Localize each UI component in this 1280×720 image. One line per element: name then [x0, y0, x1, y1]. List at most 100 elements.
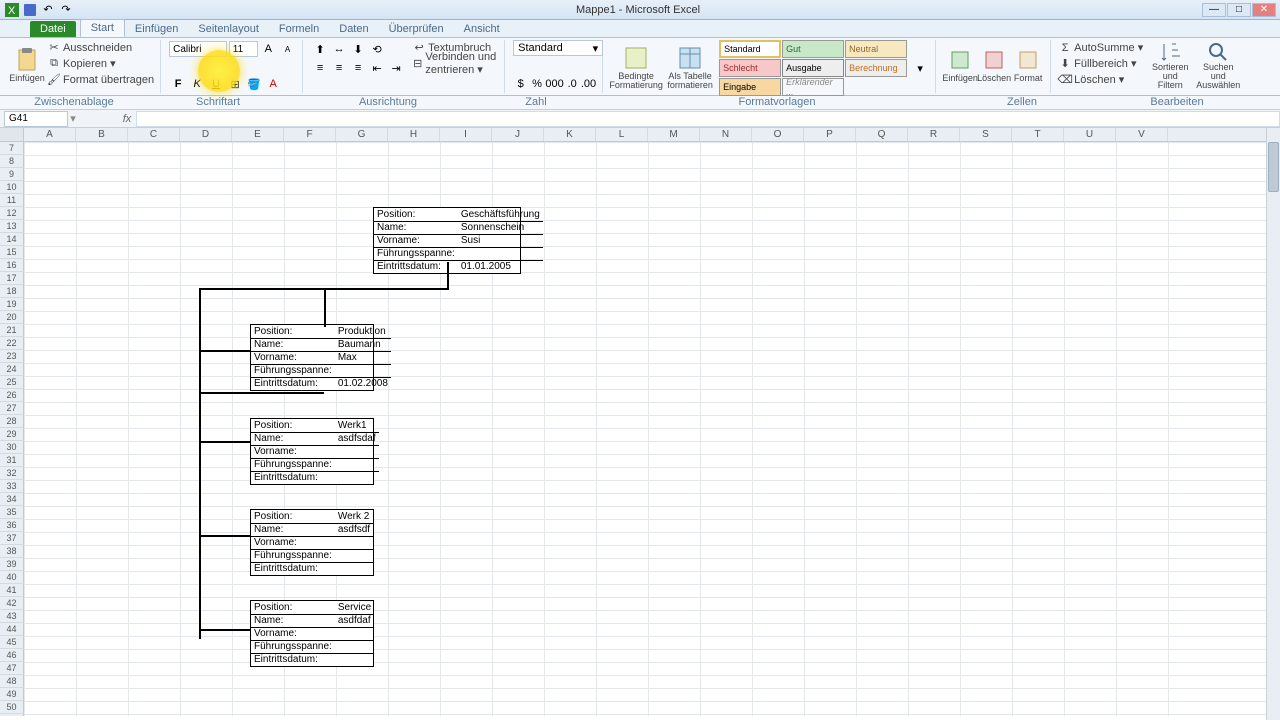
row-header[interactable]: 42 [0, 597, 24, 610]
row-header[interactable]: 46 [0, 649, 24, 662]
bold-button[interactable]: F [169, 75, 187, 93]
column-header[interactable]: S [960, 128, 1012, 141]
row-header[interactable]: 39 [0, 558, 24, 571]
font-name-select[interactable]: Calibri [169, 41, 227, 57]
row-header[interactable]: 11 [0, 194, 24, 207]
cell-area[interactable]: Position:GeschäftsführungName:Sonnensche… [24, 142, 1280, 716]
save-icon[interactable] [22, 2, 38, 18]
currency-button[interactable]: $ [513, 75, 528, 93]
column-header[interactable]: T [1012, 128, 1064, 141]
merge-center-button[interactable]: ⊟Verbinden und zentrieren ▾ [413, 56, 498, 71]
style-erklaerender[interactable]: Erklärender ... [782, 78, 844, 96]
style-eingabe[interactable]: Eingabe [719, 78, 781, 96]
cut-button[interactable]: ✂Ausschneiden [48, 40, 154, 55]
fill-button[interactable]: ⬇Füllbereich ▾ [1059, 56, 1143, 71]
align-center-button[interactable]: ≡ [330, 59, 348, 77]
column-header[interactable]: G [336, 128, 388, 141]
style-standard[interactable]: Standard [719, 40, 781, 58]
decrease-decimal-button[interactable]: .00 [581, 75, 596, 93]
name-box-dropdown[interactable]: ▾ [68, 112, 78, 125]
column-header[interactable]: M [648, 128, 700, 141]
row-header[interactable]: 35 [0, 506, 24, 519]
grow-font-button[interactable]: A [260, 40, 277, 58]
row-header[interactable]: 16 [0, 259, 24, 272]
row-header[interactable]: 47 [0, 662, 24, 675]
row-header[interactable]: 43 [0, 610, 24, 623]
row-header[interactable]: 37 [0, 532, 24, 545]
paste-button[interactable]: Einfügen [10, 40, 44, 90]
row-header[interactable]: 14 [0, 233, 24, 246]
align-bottom-button[interactable]: ⬇ [349, 40, 367, 58]
row-header[interactable]: 48 [0, 675, 24, 688]
tab-einfuegen[interactable]: Einfügen [125, 21, 188, 37]
column-header[interactable]: I [440, 128, 492, 141]
row-header[interactable]: 20 [0, 311, 24, 324]
style-schlecht[interactable]: Schlecht [719, 59, 781, 77]
column-header[interactable]: O [752, 128, 804, 141]
column-header[interactable]: E [232, 128, 284, 141]
column-header[interactable]: B [76, 128, 128, 141]
row-header[interactable]: 36 [0, 519, 24, 532]
align-left-button[interactable]: ≡ [311, 59, 329, 77]
copy-button[interactable]: ⧉Kopieren ▾ [48, 56, 154, 71]
tab-formeln[interactable]: Formeln [269, 21, 329, 37]
scrollbar-thumb[interactable] [1268, 142, 1279, 192]
spreadsheet-grid[interactable]: ABCDEFGHIJKLMNOPQRSTUV 78910111213141516… [0, 128, 1280, 716]
align-top-button[interactable]: ⬆ [311, 40, 329, 58]
row-header[interactable]: 13 [0, 220, 24, 233]
align-middle-button[interactable]: ↔ [330, 40, 348, 58]
undo-icon[interactable]: ↶ [40, 2, 56, 18]
row-header[interactable]: 31 [0, 454, 24, 467]
row-header[interactable]: 24 [0, 363, 24, 376]
style-neutral[interactable]: Neutral [845, 40, 907, 58]
format-as-table-button[interactable]: Als Tabelle formatieren [665, 43, 715, 93]
align-right-button[interactable]: ≡ [349, 59, 367, 77]
row-header[interactable]: 27 [0, 402, 24, 415]
column-header[interactable]: J [492, 128, 544, 141]
row-header[interactable]: 45 [0, 636, 24, 649]
format-cells-button[interactable]: Format [1012, 40, 1044, 90]
row-header[interactable]: 34 [0, 493, 24, 506]
number-format-select[interactable]: Standard▾ [513, 40, 603, 56]
row-header[interactable]: 18 [0, 285, 24, 298]
insert-cells-button[interactable]: Einfügen [944, 40, 976, 90]
column-header[interactable]: L [596, 128, 648, 141]
find-select-button[interactable]: Suchen und Auswählen [1197, 40, 1239, 90]
fill-color-button[interactable]: 🪣 [245, 75, 263, 93]
minimize-button[interactable]: — [1202, 3, 1226, 17]
font-size-select[interactable]: 11 [229, 41, 258, 57]
style-berechnung[interactable]: Berechnung [845, 59, 907, 77]
row-header[interactable]: 29 [0, 428, 24, 441]
row-header[interactable]: 44 [0, 623, 24, 636]
redo-icon[interactable]: ↷ [58, 2, 74, 18]
tab-ueberpruefen[interactable]: Überprüfen [379, 21, 454, 37]
conditional-format-button[interactable]: Bedingte Formatierung [611, 43, 661, 93]
column-header[interactable]: U [1064, 128, 1116, 141]
column-header[interactable]: K [544, 128, 596, 141]
row-header[interactable]: 33 [0, 480, 24, 493]
row-header[interactable]: 38 [0, 545, 24, 558]
row-header[interactable]: 40 [0, 571, 24, 584]
tab-ansicht[interactable]: Ansicht [454, 21, 510, 37]
percent-button[interactable]: % [529, 75, 544, 93]
row-header[interactable]: 22 [0, 337, 24, 350]
row-header[interactable]: 26 [0, 389, 24, 402]
column-header[interactable]: F [284, 128, 336, 141]
style-gut[interactable]: Gut [782, 40, 844, 58]
italic-button[interactable]: K [188, 75, 206, 93]
formula-input[interactable] [136, 111, 1280, 127]
increase-indent-button[interactable]: ⇥ [387, 59, 405, 77]
style-ausgabe[interactable]: Ausgabe [782, 59, 844, 77]
maximize-button[interactable]: □ [1227, 3, 1251, 17]
clear-button[interactable]: ⌫Löschen ▾ [1059, 72, 1143, 87]
row-header[interactable]: 15 [0, 246, 24, 259]
comma-button[interactable]: 000 [546, 75, 564, 93]
column-header[interactable]: P [804, 128, 856, 141]
column-header[interactable]: N [700, 128, 752, 141]
tab-datei[interactable]: Datei [30, 21, 76, 37]
increase-decimal-button[interactable]: .0 [565, 75, 580, 93]
row-header[interactable]: 28 [0, 415, 24, 428]
tab-daten[interactable]: Daten [329, 21, 378, 37]
cell-styles-gallery[interactable]: Standard Gut Neutral Schlecht Ausgabe Be… [719, 40, 907, 96]
orientation-button[interactable]: ⟲ [368, 40, 386, 58]
